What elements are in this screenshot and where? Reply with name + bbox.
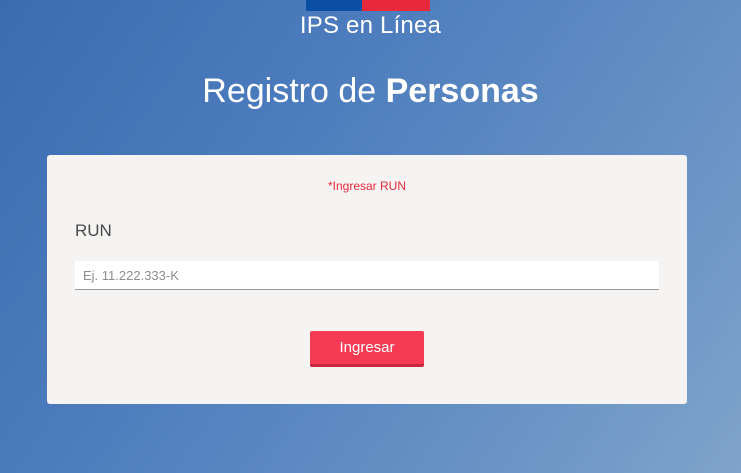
page-title-bold: Personas <box>385 72 539 110</box>
run-label: RUN <box>75 221 112 240</box>
registration-card: *Ingresar RUN RUN Ingresar <box>47 155 687 404</box>
page-title-light: Registro de <box>202 72 386 110</box>
ingresar-button[interactable]: Ingresar <box>310 331 424 367</box>
flag-blue-stripe <box>306 0 362 11</box>
run-input[interactable] <box>75 261 659 290</box>
flag-logo <box>306 0 430 11</box>
page-title: Registro de Personas <box>0 72 741 111</box>
error-message: *Ingresar RUN <box>327 179 407 193</box>
flag-red-stripe <box>362 0 430 11</box>
brand-name: IPS en Línea <box>299 12 442 39</box>
